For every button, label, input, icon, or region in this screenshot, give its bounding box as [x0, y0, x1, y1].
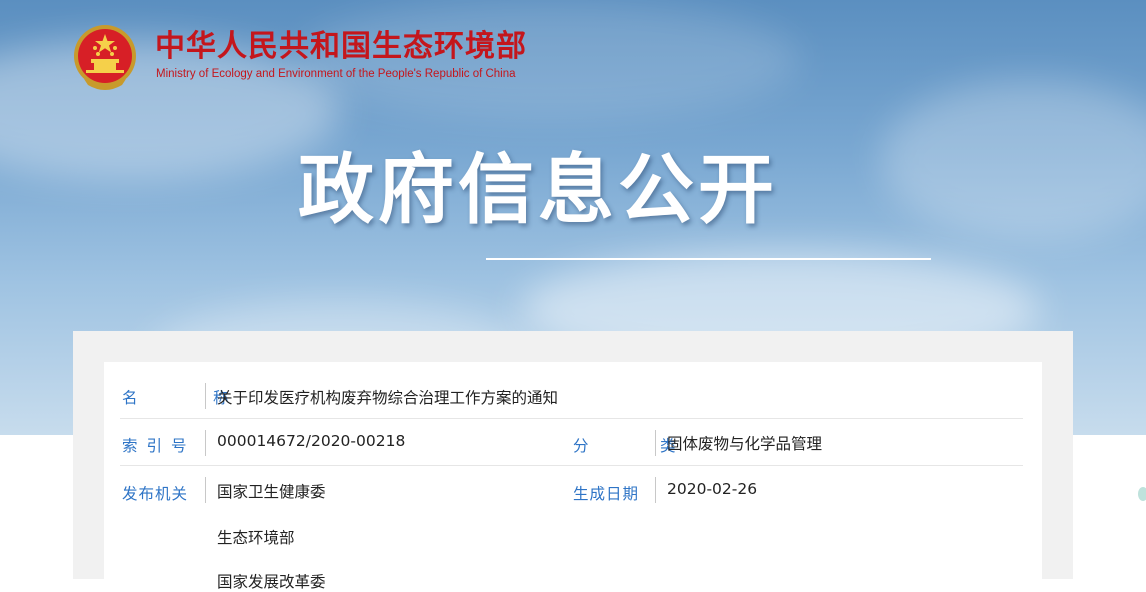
- issuer-label: 发布机关: [122, 485, 189, 503]
- category-value: 固体废物与化学品管理: [667, 435, 823, 453]
- title-underline: [486, 258, 931, 260]
- info-row-name: 名 称 关于印发医疗机构废弃物综合治理工作方案的通知: [120, 374, 1023, 419]
- cloud: [880, 80, 1146, 240]
- divider: [655, 477, 656, 503]
- index-label: 索引号: [122, 437, 196, 455]
- info-row-issuer: 发布机关 国家卫生健康委 生态环境部 国家发展改革委 生成日期 2020-02-…: [120, 466, 1023, 591]
- index-number: 000014672/2020-00218: [217, 432, 406, 450]
- generation-date: 2020-02-26: [667, 480, 758, 498]
- issuer-item: 国家发展改革委: [217, 573, 326, 591]
- info-row-index: 索引号 000014672/2020-00218 分 类 固体废物与化学品管理: [120, 419, 1023, 466]
- org-name-cn[interactable]: 中华人民共和国生态环境部: [155, 29, 527, 65]
- issuer-item: 生态环境部: [217, 529, 295, 547]
- date-label: 生成日期: [573, 485, 640, 503]
- divider: [655, 430, 656, 456]
- issuer-item: 国家卫生健康委: [217, 483, 326, 501]
- divider: [205, 383, 206, 409]
- national-emblem-icon[interactable]: [72, 23, 138, 93]
- document-name: 关于印发医疗机构废弃物综合治理工作方案的通知: [217, 389, 559, 407]
- divider: [205, 477, 206, 503]
- org-name-en[interactable]: Ministry of Ecology and Environment of t…: [156, 68, 516, 80]
- section-title: 政府信息公开: [298, 145, 778, 234]
- page-background: [1073, 435, 1146, 579]
- floating-widget-edge[interactable]: [1138, 487, 1146, 501]
- divider: [205, 430, 206, 456]
